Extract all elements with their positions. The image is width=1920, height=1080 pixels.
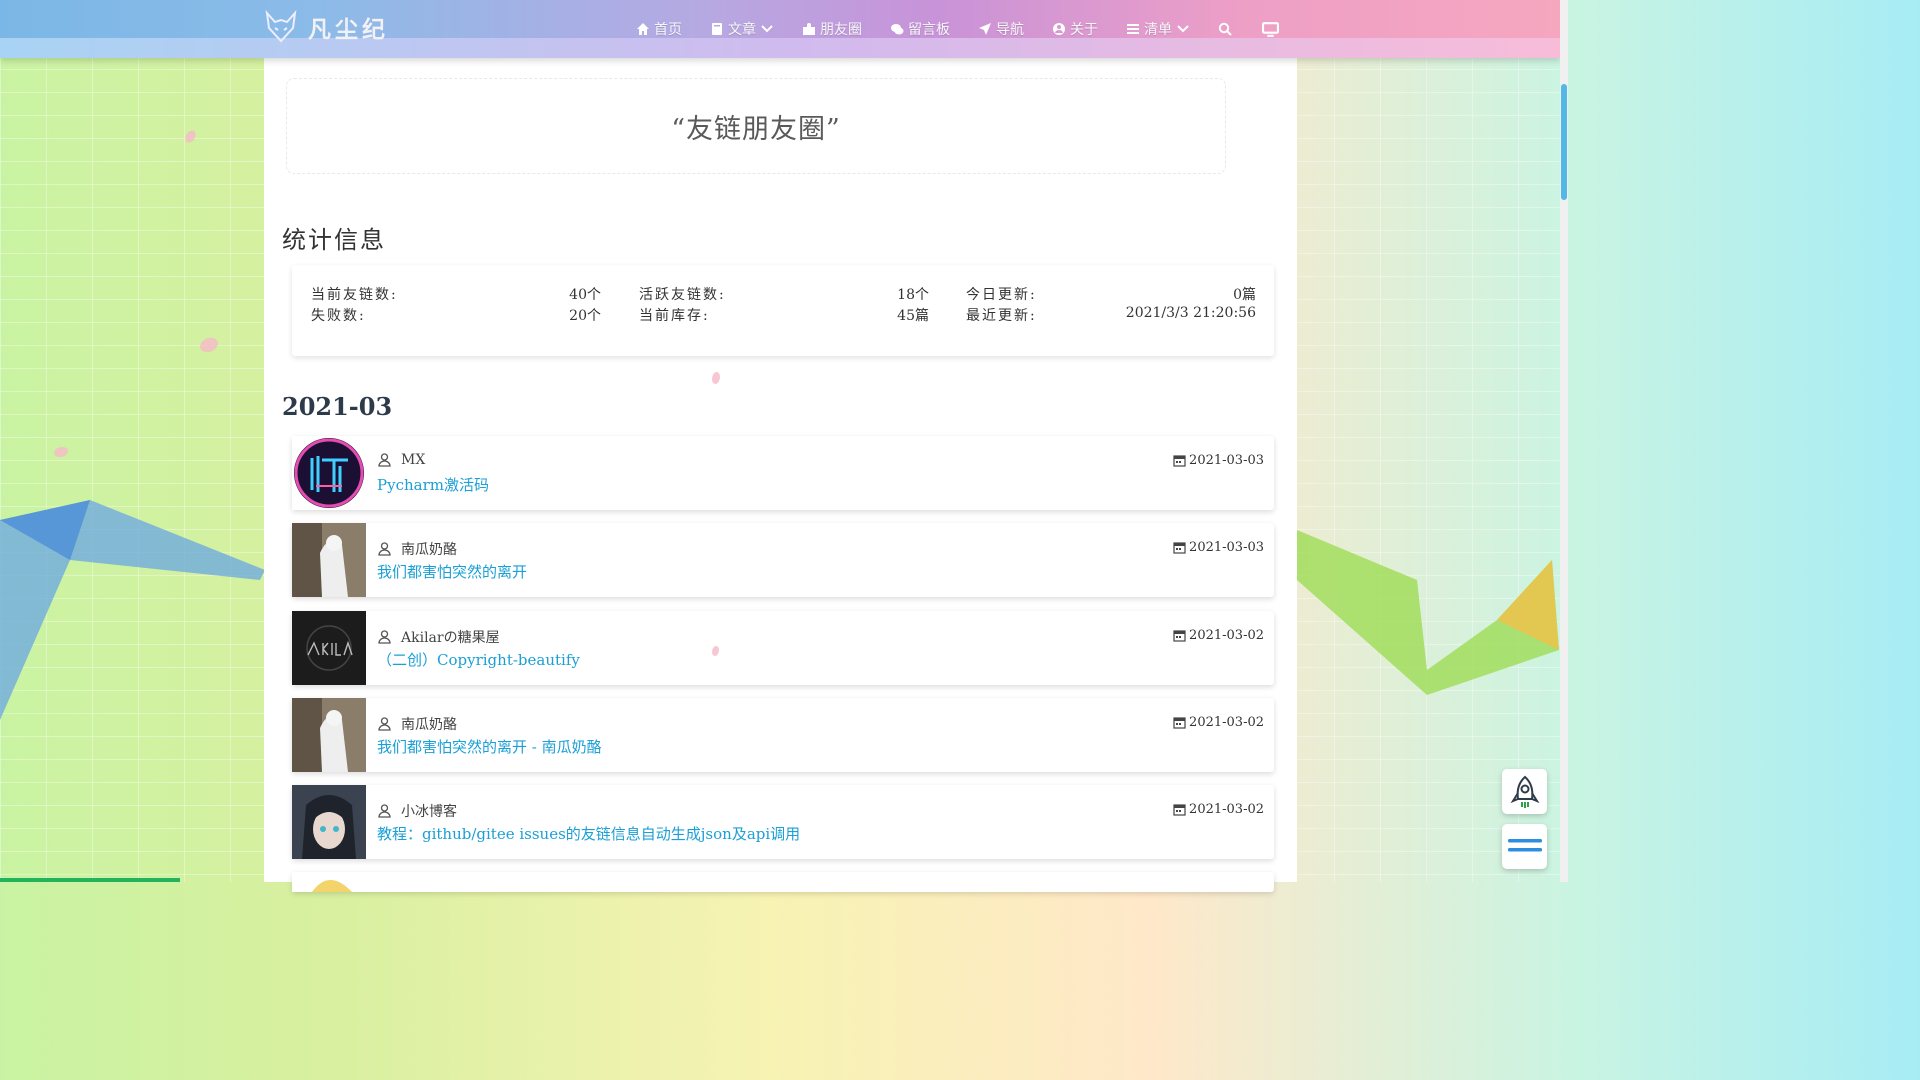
user-icon xyxy=(378,542,391,556)
paper-plane-icon xyxy=(979,23,991,35)
stats-title: 统计信息 xyxy=(282,226,386,254)
search-button[interactable] xyxy=(1218,22,1232,36)
stat-last-update: 最近更新: 2021/3/3 21:20:56 xyxy=(966,305,1256,324)
calendar-icon xyxy=(1173,630,1186,642)
avatar[interactable] xyxy=(292,523,366,597)
calendar-icon xyxy=(1173,542,1186,554)
post-card-partial[interactable] xyxy=(292,872,1274,892)
puzzle-icon xyxy=(803,23,815,35)
user-icon xyxy=(378,630,391,644)
avatar-image xyxy=(292,698,366,772)
nav-item-list[interactable]: 清单 xyxy=(1126,19,1190,39)
avatar[interactable] xyxy=(292,436,366,510)
user-icon xyxy=(378,804,391,818)
nav-item-label: 清单 xyxy=(1144,22,1172,38)
site-name: 凡尘纪 xyxy=(308,16,389,43)
post-author: 南瓜奶酪 xyxy=(378,539,457,559)
stat-active-links: 活跃友链数: 18个 xyxy=(639,287,929,303)
site-logo[interactable]: 凡尘纪 xyxy=(264,10,389,44)
nav-item-navigation[interactable]: 导航 xyxy=(978,19,1024,39)
display-mode-button[interactable] xyxy=(1262,21,1279,37)
scrollbar-thumb[interactable] xyxy=(1561,84,1567,200)
avatar-image xyxy=(292,523,366,597)
avatar[interactable] xyxy=(292,785,366,859)
page-quote: “友链朋友圈” xyxy=(671,113,841,145)
avatar-image xyxy=(292,436,366,510)
nav-item-label: 文章 xyxy=(728,22,756,38)
stat-today-updates: 今日更新: 0篇 xyxy=(966,287,1256,303)
post-card[interactable]: MX Pycharm激活码 2021-03-03 xyxy=(292,436,1274,510)
post-date: 2021-03-03 xyxy=(1173,540,1264,555)
nav-item-label: 关于 xyxy=(1070,22,1098,38)
main-content: “友链朋友圈” 统计信息 当前友链数: 40个 失败数: 20个 活跃友链数: 18个… xyxy=(264,58,1297,892)
post-author: Akilarの糖果屋 xyxy=(378,627,500,647)
nav-item-friends[interactable]: 朋友圈 xyxy=(802,19,862,39)
user-circle-icon xyxy=(1053,23,1065,35)
post-author: 南瓜奶酪 xyxy=(378,714,457,734)
stat-failed: 失败数: 20个 xyxy=(311,308,601,324)
post-date: 2021-03-03 xyxy=(1173,453,1264,468)
petal-decor xyxy=(54,447,68,457)
avatar-image xyxy=(292,785,366,859)
avatar-image xyxy=(292,611,366,685)
post-card[interactable]: Akilarの糖果屋 （二创）Copyright-beautify 2021-0… xyxy=(292,611,1274,685)
menu-toggle-button[interactable] xyxy=(1502,824,1547,869)
nav-item-label: 导航 xyxy=(996,22,1024,38)
post-card[interactable]: 小冰博客 教程：github/gitee issues的友链信息自动生成json… xyxy=(292,785,1274,859)
right-polygon-decor xyxy=(1297,530,1559,695)
top-navbar: 凡尘纪 首页 文章 朋友圈 留言板 导航 关于 清单 xyxy=(0,0,1560,58)
post-title-link[interactable]: Pycharm激活码 xyxy=(377,474,489,495)
nav-item-label: 朋友圈 xyxy=(820,22,862,38)
post-author: 小冰博客 xyxy=(378,801,457,821)
petal-decor xyxy=(197,333,221,357)
nav-item-guestbook[interactable]: 留言板 xyxy=(890,19,950,39)
navbar-band xyxy=(0,38,1560,58)
month-heading: 2021-03 xyxy=(282,392,393,421)
chevron-down-icon xyxy=(761,25,773,33)
page-quote-box: “友链朋友圈” xyxy=(286,78,1226,174)
avatar[interactable] xyxy=(292,611,366,685)
monitor-icon xyxy=(1262,21,1279,37)
user-icon xyxy=(378,717,391,731)
post-title-link[interactable]: 教程：github/gitee issues的友链信息自动生成json及api调… xyxy=(377,823,800,844)
hamburger-icon xyxy=(1507,838,1542,851)
post-card[interactable]: 南瓜奶酪 我们都害怕突然的离开 2021-03-03 xyxy=(292,523,1274,597)
post-date: 2021-03-02 xyxy=(1173,715,1264,730)
post-date: 2021-03-02 xyxy=(1173,802,1264,817)
post-title-link[interactable]: （二创）Copyright-beautify xyxy=(377,649,580,670)
nav-menu: 首页 文章 朋友圈 留言板 导航 关于 清单 xyxy=(636,19,1309,39)
reading-progress-bar xyxy=(0,878,180,882)
stat-current-links: 当前友链数: 40个 xyxy=(311,287,601,303)
post-title-link[interactable]: 我们都害怕突然的离开 - 南瓜奶酪 xyxy=(377,736,602,757)
stats-card: 当前友链数: 40个 失败数: 20个 活跃友链数: 18个 当前库存: 45篇 今日更… xyxy=(292,265,1274,356)
nav-item-label: 留言板 xyxy=(908,22,950,38)
calendar-icon xyxy=(1173,804,1186,816)
post-title-link[interactable]: 我们都害怕突然的离开 xyxy=(377,561,527,582)
chat-icon xyxy=(891,24,904,35)
book-icon xyxy=(712,23,722,35)
back-to-top-button[interactable] xyxy=(1502,769,1547,814)
post-author: MX xyxy=(378,452,425,468)
nav-item-label: 首页 xyxy=(654,22,682,38)
page-scrollbar[interactable] xyxy=(1560,0,1568,882)
nav-item-about[interactable]: 关于 xyxy=(1052,19,1098,39)
avatar[interactable] xyxy=(292,698,366,772)
calendar-icon xyxy=(1173,455,1186,467)
post-date: 2021-03-02 xyxy=(1173,628,1264,643)
list-icon xyxy=(1127,24,1139,34)
fox-icon xyxy=(265,10,297,43)
nav-item-articles[interactable]: 文章 xyxy=(710,19,774,39)
nav-item-home[interactable]: 首页 xyxy=(636,19,682,39)
post-card[interactable]: 南瓜奶酪 我们都害怕突然的离开 - 南瓜奶酪 2021-03-02 xyxy=(292,698,1274,772)
calendar-icon xyxy=(1173,717,1186,729)
left-polygon-decor xyxy=(0,500,265,720)
stat-inventory: 当前库存: 45篇 xyxy=(639,308,929,324)
search-icon xyxy=(1218,22,1232,36)
chevron-down-icon xyxy=(1177,25,1189,33)
user-icon xyxy=(378,453,391,467)
rocket-icon xyxy=(1510,775,1539,808)
home-icon xyxy=(637,23,649,35)
avatar-image xyxy=(292,872,366,892)
petal-decor xyxy=(184,128,197,145)
